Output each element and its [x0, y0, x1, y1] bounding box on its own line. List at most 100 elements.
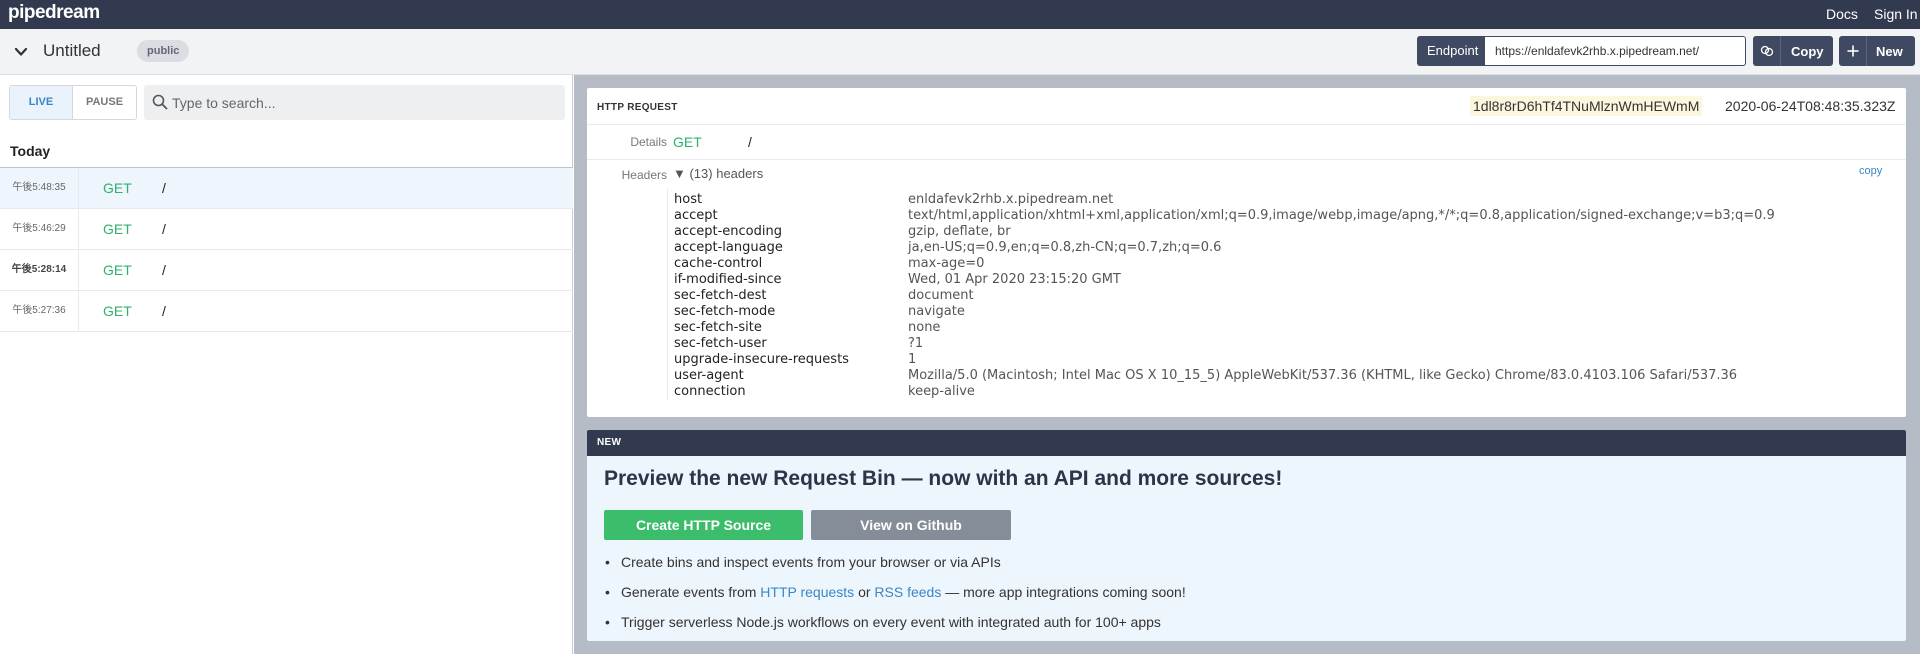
request-list-panel: LIVE PAUSE Today 午後5:48:35 GET / 午後5:46:… — [0, 75, 573, 654]
new-bin-button[interactable]: New — [1839, 36, 1915, 66]
request-method: GET — [103, 303, 132, 319]
list-item: Trigger serverless Node.js workflows on … — [604, 613, 1894, 641]
header-key: if-modified-since — [674, 272, 782, 287]
request-list: 午後5:48:35 GET / 午後5:46:29 GET / 午後5:28:1… — [0, 168, 573, 332]
request-id[interactable]: 1dl8r8rD6hTf4TNuMlznWmHEWmM — [1470, 96, 1703, 116]
header-value: none — [908, 320, 941, 335]
header-key: accept — [674, 208, 718, 223]
chevron-down-icon[interactable] — [14, 45, 28, 59]
header-key: sec-fetch-mode — [674, 304, 776, 319]
header-value: text/html,application/xhtml+xml,applicat… — [908, 208, 1775, 223]
date-group-header: Today — [0, 141, 573, 168]
search-icon — [152, 94, 168, 110]
headers-label: Headers — [621, 168, 667, 182]
list-item-text: — more app integrations coming soon! — [941, 584, 1186, 600]
header-row: connection keep-alive — [668, 384, 1901, 400]
promo-card: NEW Preview the new Request Bin — now wi… — [587, 430, 1906, 641]
header-row: if-modified-since Wed, 01 Apr 2020 23:15:… — [668, 272, 1901, 288]
header-row: sec-fetch-user ?1 — [668, 336, 1901, 352]
bin-title[interactable]: Untitled — [43, 41, 101, 61]
copy-headers-link[interactable]: copy — [1859, 165, 1882, 177]
details-row: Details GET / — [587, 124, 1906, 160]
header-value: document — [908, 288, 974, 303]
bin-header: Untitled public Endpoint Copy New — [0, 29, 1920, 75]
header-row: host enldafevk2rhb.x.pipedream.net — [668, 192, 1901, 208]
new-label: New — [1876, 43, 1903, 59]
headers-table: host enldafevk2rhb.x.pipedream.net accept… — [667, 189, 1901, 400]
request-row[interactable]: 午後5:46:29 GET / — [0, 209, 573, 250]
header-row: sec-fetch-dest document — [668, 288, 1901, 304]
request-time: 午後5:46:29 — [0, 209, 79, 249]
promo-feature-list: Create bins and inspect events from your… — [604, 553, 1894, 641]
header-value: 1 — [908, 352, 917, 367]
create-http-source-button[interactable]: Create HTTP Source — [604, 510, 803, 540]
headers-toggle[interactable]: ▼ (13) headers — [673, 166, 763, 181]
header-key: upgrade-insecure-requests — [674, 352, 849, 367]
request-method: GET — [103, 180, 132, 196]
http-request-card: HTTP REQUEST 1dl8r8rD6hTf4TNuMlznWmHEWmM… — [587, 88, 1906, 417]
header-value: ja,en-US;q=0.9,en;q=0.8,zh-CN;q=0.7,zh;q… — [908, 240, 1222, 255]
request-row[interactable]: 午後5:28:14 GET / — [0, 250, 573, 291]
header-row: accept-encoding gzip, deflate, br — [668, 224, 1901, 240]
header-row: cache-control max-age=0 — [668, 256, 1901, 272]
header-row: accept-language ja,en-US;q=0.9,en;q=0.8,z… — [668, 240, 1901, 256]
header-key: connection — [674, 384, 746, 399]
card-title: HTTP REQUEST — [597, 102, 678, 113]
details-method: GET — [673, 134, 702, 150]
list-item: Create bins and inspect events from your… — [604, 553, 1894, 583]
header-row: user-agent Mozilla/5.0 (Macintosh; Intel … — [668, 368, 1901, 384]
top-navbar: pipedream Docs Sign In — [0, 0, 1920, 29]
header-row: sec-fetch-mode navigate — [668, 304, 1901, 320]
request-method: GET — [103, 221, 132, 237]
view-on-github-button[interactable]: View on Github — [811, 510, 1011, 540]
copy-endpoint-button[interactable]: Copy — [1753, 36, 1833, 66]
request-time: 午後5:27:36 — [0, 291, 79, 331]
header-value: max-age=0 — [908, 256, 985, 271]
header-value: navigate — [908, 304, 965, 319]
rss-feeds-link[interactable]: RSS feeds — [874, 584, 941, 600]
details-label: Details — [630, 135, 667, 149]
headers-section: Headers ▼ (13) headers copy host enldafev… — [587, 160, 1906, 417]
request-timestamp: 2020-06-24T08:48:35.323Z — [1725, 98, 1896, 114]
promo-label: NEW — [587, 430, 1906, 456]
list-item-text: or — [854, 584, 875, 600]
header-value: Mozilla/5.0 (Macintosh; Intel Mac OS X 1… — [908, 368, 1738, 383]
request-row[interactable]: 午後5:27:36 GET / — [0, 291, 573, 332]
promo-title: Preview the new Request Bin — now with a… — [604, 467, 1283, 490]
list-item: Generate events from HTTP requests or RS… — [604, 583, 1894, 613]
header-key: accept-language — [674, 240, 783, 255]
header-value: gzip, deflate, br — [908, 224, 1011, 239]
sign-in-link[interactable]: Sign In — [1874, 6, 1918, 22]
docs-link[interactable]: Docs — [1826, 6, 1858, 22]
list-item-text: Trigger serverless Node.js workflows on … — [621, 614, 1161, 630]
endpoint-url-field[interactable] — [1485, 36, 1746, 66]
request-row[interactable]: 午後5:48:35 GET / — [0, 168, 573, 209]
copy-icon — [1753, 36, 1781, 66]
search-box — [144, 85, 565, 120]
request-path: / — [162, 303, 166, 319]
request-path: / — [162, 180, 166, 196]
request-time: 午後5:28:14 — [0, 250, 79, 290]
copy-label: Copy — [1791, 43, 1824, 59]
request-detail-panel: HTTP REQUEST 1dl8r8rD6hTf4TNuMlznWmHEWmM… — [574, 75, 1920, 654]
header-row: accept text/html,application/xhtml+xml,ap… — [668, 208, 1901, 224]
pause-button[interactable]: PAUSE — [73, 86, 136, 119]
header-value: keep-alive — [908, 384, 975, 399]
list-item-text: Create bins and inspect events from your… — [621, 554, 1001, 570]
header-key: cache-control — [674, 256, 763, 271]
header-value: ?1 — [908, 336, 924, 351]
details-path: / — [748, 134, 752, 150]
request-time: 午後5:48:35 — [0, 168, 79, 208]
request-path: / — [162, 221, 166, 237]
request-method: GET — [103, 262, 132, 278]
search-input[interactable] — [172, 85, 557, 120]
list-item-text: Generate events from — [621, 584, 761, 600]
header-row: upgrade-insecure-requests 1 — [668, 352, 1901, 368]
live-button[interactable]: LIVE — [10, 86, 74, 119]
http-requests-link[interactable]: HTTP requests — [760, 584, 854, 600]
live-pause-toggle: LIVE PAUSE — [9, 85, 137, 120]
plus-icon — [1839, 36, 1867, 66]
header-key: sec-fetch-site — [674, 320, 762, 335]
brand-logo[interactable]: pipedream — [8, 2, 100, 24]
header-key: accept-encoding — [674, 224, 782, 239]
